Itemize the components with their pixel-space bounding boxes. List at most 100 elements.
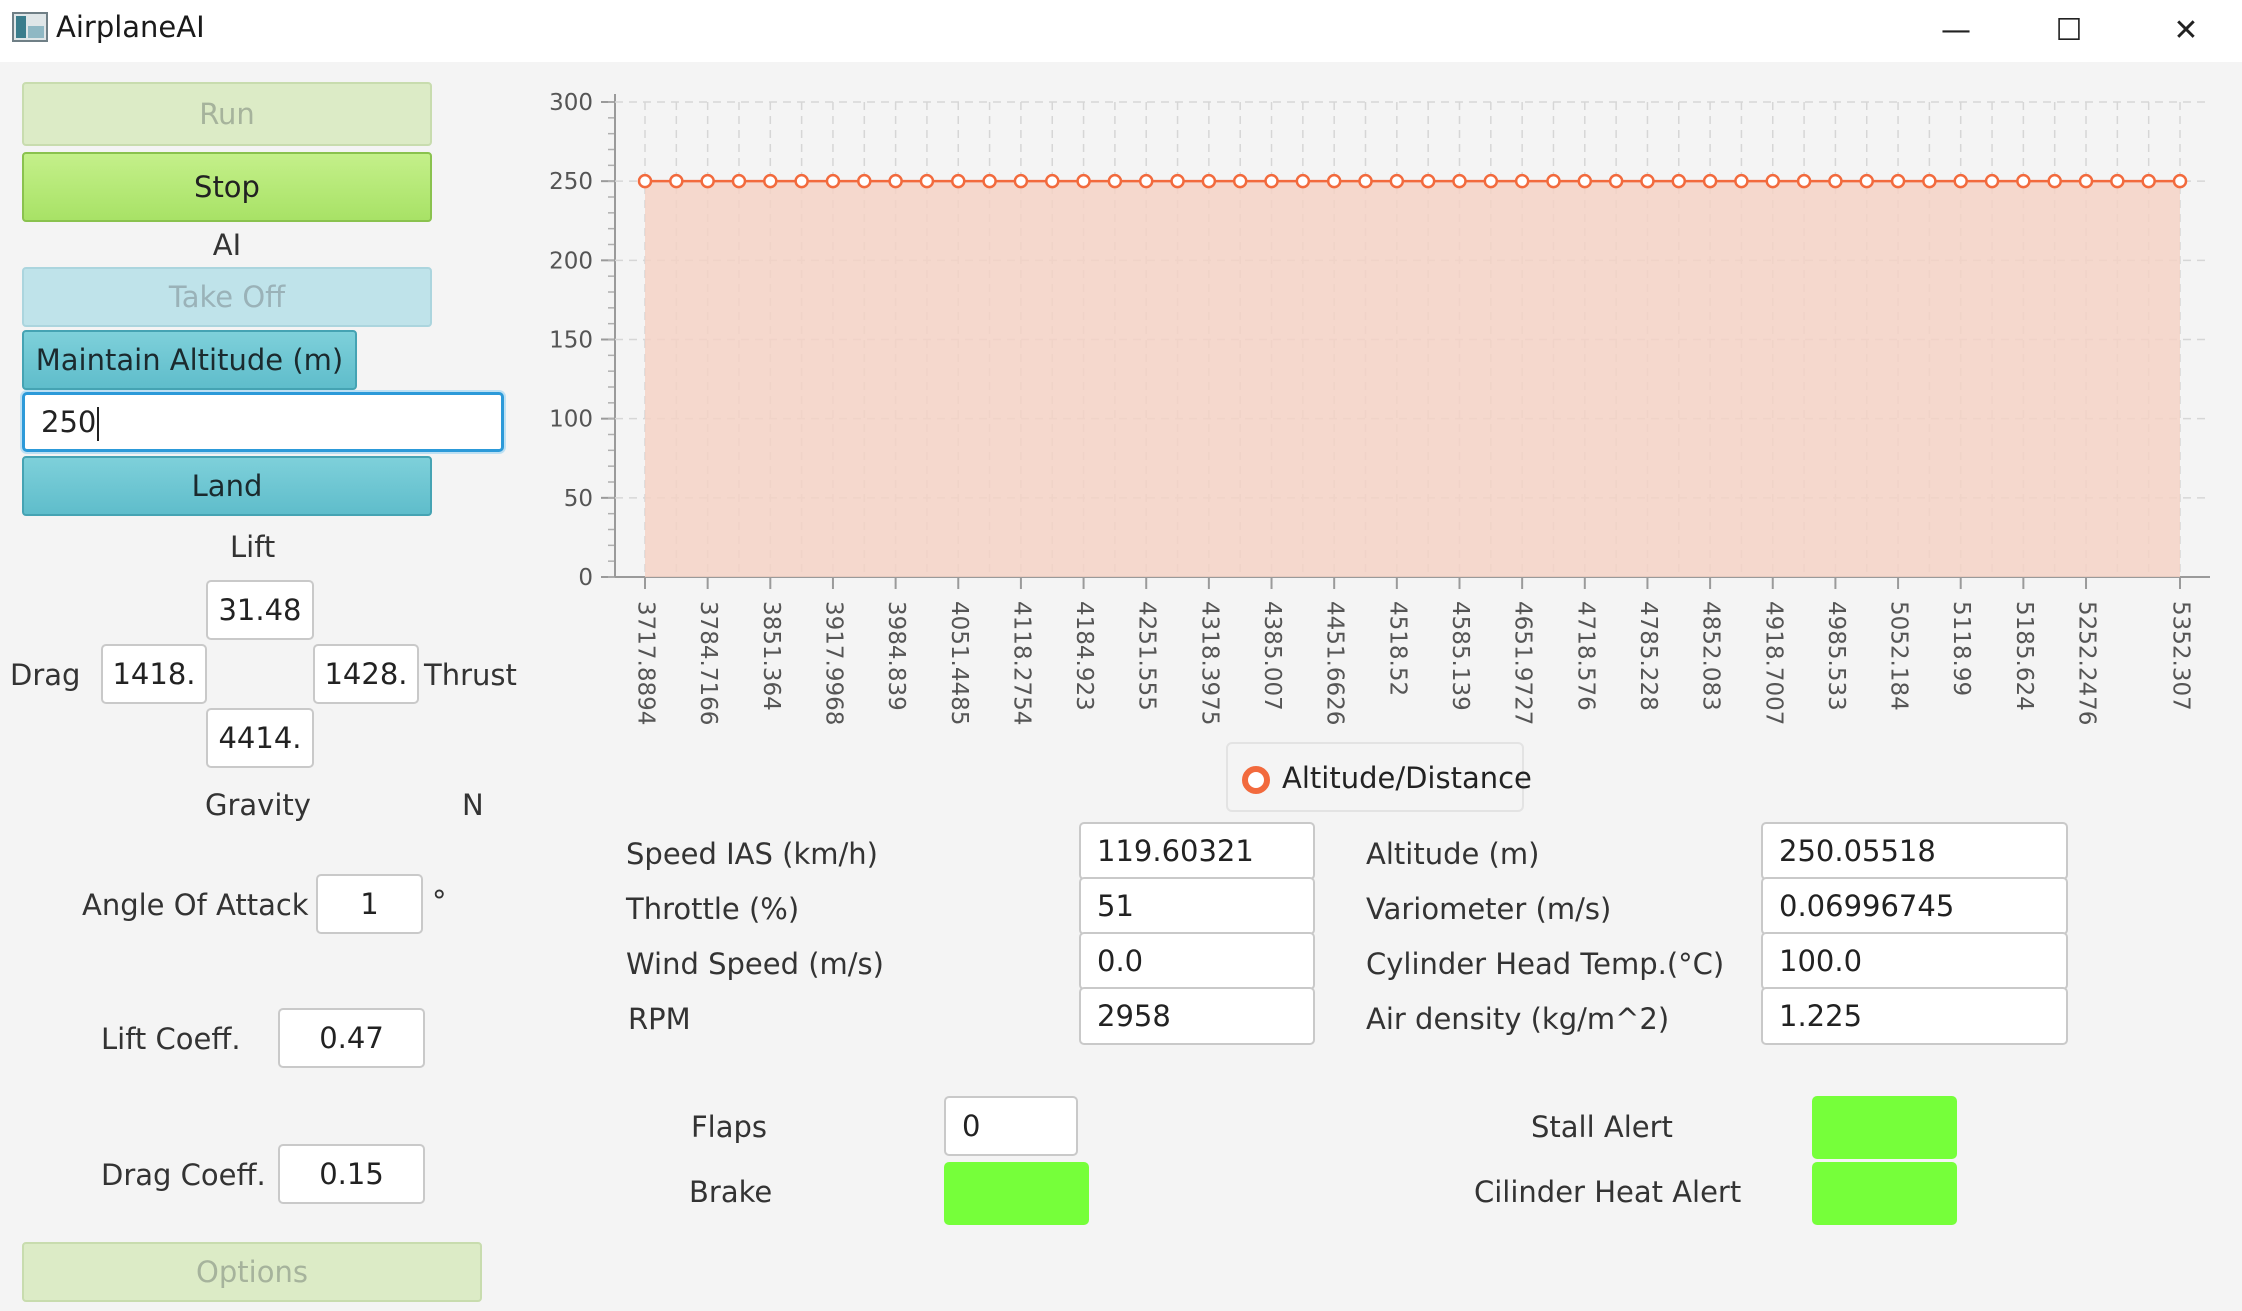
- speed-ias-field[interactable]: 119.60321: [1079, 822, 1315, 880]
- wind-speed-label: Wind Speed (m/s): [626, 947, 884, 981]
- altitude-data-point: [669, 173, 684, 189]
- angle-of-attack-label: Angle Of Attack: [82, 888, 309, 922]
- x-tick-label: 4451.6626: [1322, 601, 1348, 725]
- altitude-data-point: [1922, 173, 1937, 189]
- take-off-button[interactable]: Take Off: [22, 267, 432, 327]
- x-tick-label: 5352.307: [2168, 601, 2194, 711]
- stall-alert-label: Stall Alert: [1531, 1110, 1673, 1144]
- y-tick-label: 300: [549, 90, 593, 116]
- altitude-data-point: [825, 173, 841, 189]
- altitude-input[interactable]: 250: [22, 392, 504, 452]
- altitude-data-point: [2172, 173, 2188, 189]
- altitude-field[interactable]: 250.05518: [1761, 822, 2068, 880]
- throttle-field[interactable]: 51: [1079, 877, 1315, 935]
- drag-field[interactable]: 1418.: [101, 644, 207, 704]
- altitude-data-point: [1483, 173, 1499, 189]
- variometer-label: Variometer (m/s): [1366, 892, 1612, 926]
- altitude-data-point: [1984, 173, 2000, 189]
- thrust-label: Thrust: [424, 658, 517, 692]
- altitude-data-point: [1201, 173, 1217, 189]
- close-button[interactable]: ✕: [2150, 6, 2222, 56]
- throttle-label: Throttle (%): [626, 892, 800, 926]
- x-tick-label: 4385.007: [1259, 601, 1285, 711]
- altitude-data-point: [2047, 173, 2062, 189]
- brake-indicator[interactable]: [944, 1162, 1089, 1225]
- altitude-data-point: [1232, 173, 1248, 189]
- y-tick-label: 50: [564, 486, 593, 512]
- speed-ias-label: Speed IAS (km/h): [626, 837, 878, 871]
- altitude-data-point: [1170, 173, 1185, 189]
- run-button[interactable]: Run: [22, 82, 432, 146]
- altitude-data-point: [1671, 173, 1687, 189]
- altitude-data-point: [2141, 173, 2156, 189]
- altitude-data-point: [1953, 173, 1968, 189]
- variometer-field[interactable]: 0.06996745: [1761, 877, 2068, 935]
- altitude-data-point: [1514, 173, 1530, 189]
- altitude-data-point: [2110, 173, 2125, 189]
- gravity-field[interactable]: 4414.: [206, 708, 314, 768]
- cylinder-heat-alert-label: Cilinder Heat Alert: [1474, 1175, 1742, 1209]
- altitude-data-point: [731, 173, 747, 189]
- altitude-data-point: [1107, 173, 1123, 189]
- altitude-data-point: [1734, 173, 1749, 189]
- x-tick-label: 4051.4485: [946, 601, 972, 725]
- x-tick-label: 3717.8894: [633, 601, 659, 725]
- altitude-data-point: [1389, 173, 1405, 189]
- x-tick-label: 4651.9727: [1510, 601, 1536, 725]
- altitude-data-point: [857, 173, 872, 189]
- wind-speed-field[interactable]: 0.0: [1079, 932, 1315, 990]
- altitude-data-point: [1577, 173, 1593, 189]
- altitude-distance-chart: 0 50 100 150 200 250 300 3717.8894 3784.7166 385…: [549, 90, 2210, 725]
- brake-label: Brake: [689, 1175, 773, 1209]
- options-button[interactable]: Options: [22, 1242, 482, 1302]
- altitude-data-point: [1076, 173, 1091, 189]
- altitude-data-point: [763, 173, 778, 189]
- altitude-data-point: [1452, 173, 1467, 189]
- x-tick-label: 4318.3975: [1196, 601, 1222, 725]
- x-tick-label: 4852.083: [1698, 601, 1724, 711]
- altitude-data-point: [919, 173, 935, 189]
- lift-field[interactable]: 31.48: [206, 580, 314, 640]
- altitude-data-point: [1608, 173, 1624, 189]
- altitude-data-point: [794, 173, 809, 189]
- x-tick-label: 4785.228: [1635, 601, 1661, 711]
- angle-of-attack-field[interactable]: 1: [316, 874, 423, 934]
- stall-alert-indicator: [1812, 1096, 1957, 1159]
- altitude-data-point: [1828, 173, 1843, 189]
- air-density-field[interactable]: 1.225: [1761, 987, 2068, 1045]
- lift-coeff-label: Lift Coeff.: [101, 1022, 241, 1056]
- ai-label: AI: [212, 228, 242, 262]
- land-button[interactable]: Land: [22, 456, 432, 516]
- legend-marker-icon: [1242, 766, 1270, 794]
- x-tick-label: 5252.2476: [2074, 601, 2100, 725]
- thrust-field[interactable]: 1428.: [313, 644, 419, 704]
- altitude-data-point: [888, 173, 903, 189]
- x-tick-label: 4585.139: [1447, 601, 1473, 711]
- rpm-field[interactable]: 2958: [1079, 987, 1315, 1045]
- minimize-button[interactable]: —: [1920, 6, 1992, 56]
- cylinder-head-temp-field[interactable]: 100.0: [1761, 932, 2068, 990]
- cylinder-heat-alert-indicator: [1812, 1162, 1957, 1225]
- altitude-data-point: [1640, 173, 1655, 189]
- chart-legend: Altitude/Distance: [1226, 742, 1532, 812]
- altitude-data-point: [1264, 173, 1279, 189]
- app-icon: [12, 12, 48, 42]
- drag-coeff-field[interactable]: 0.15: [278, 1144, 425, 1204]
- maintain-altitude-button[interactable]: Maintain Altitude (m): [22, 330, 357, 390]
- altitude-data-point: [1138, 173, 1154, 189]
- flaps-label: Flaps: [691, 1110, 768, 1144]
- flaps-field[interactable]: 0: [944, 1096, 1078, 1156]
- window-title: AirplaneAI: [56, 10, 205, 44]
- altitude-data-point: [951, 173, 966, 189]
- maximize-button[interactable]: ☐: [2033, 6, 2105, 56]
- lift-label: Lift: [230, 530, 276, 564]
- stop-button[interactable]: Stop: [22, 152, 432, 222]
- x-tick-label: 4918.7007: [1760, 601, 1786, 725]
- y-tick-label: 150: [549, 328, 593, 354]
- drag-coeff-label: Drag Coeff.: [101, 1158, 266, 1192]
- altitude-data-point: [1044, 173, 1060, 189]
- lift-coeff-field[interactable]: 0.47: [278, 1008, 425, 1068]
- x-tick-label: 4118.2754: [1008, 601, 1034, 725]
- y-tick-label: 200: [549, 248, 593, 274]
- altitude-data-point: [1358, 173, 1373, 189]
